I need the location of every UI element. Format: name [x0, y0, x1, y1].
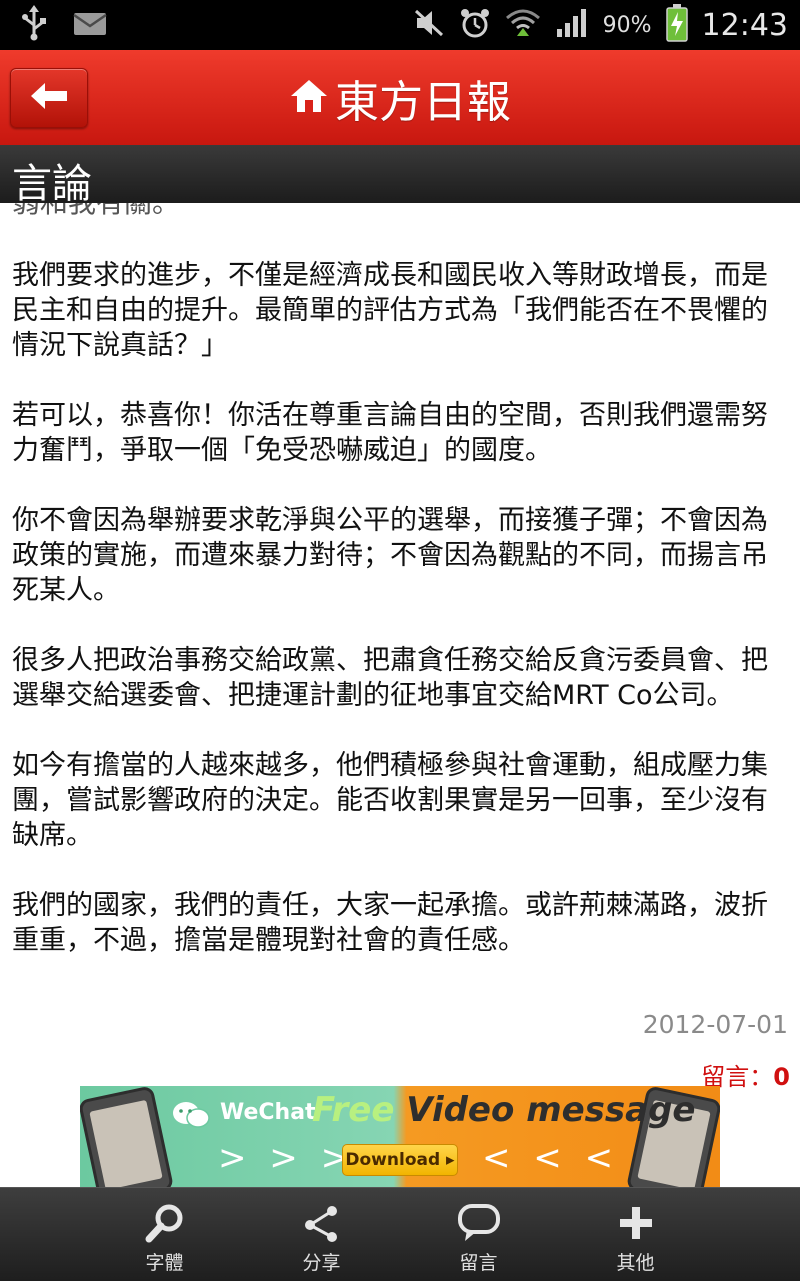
ad-headline-free: Free: [312, 1090, 395, 1130]
home-icon: [289, 76, 329, 120]
article-paragraph: 我們的國家，我們的責任，大家一起承擔。或許荊棘滿路，波折重重，不過，擔當是體現對…: [12, 890, 768, 956]
nav-label: 其他: [616, 1252, 655, 1274]
ad-headline: Free Video message: [312, 1090, 696, 1130]
battery-charging-icon: [665, 4, 688, 46]
nav-label: 分享: [302, 1252, 341, 1274]
mute-icon: [413, 8, 445, 42]
nav-comment[interactable]: 留言: [400, 1188, 557, 1281]
mail-icon: [72, 9, 108, 41]
ad-download-button[interactable]: Download ▸: [342, 1144, 458, 1176]
article-paragraph: 我們要求的進步，不僅是經濟成長和國民收入等財政增長，而是民主和自由的提升。最簡單…: [12, 260, 768, 361]
article-content[interactable]: 弱和我有關。 我們要求的進步，不僅是經濟成長和國民收入等財政增長，而是民主和自由…: [0, 203, 800, 1187]
section-title: 言論: [12, 161, 92, 207]
wifi-icon: [505, 6, 541, 44]
article-body: 我們要求的進步，不僅是經濟成長和國民收入等財政增長，而是民主和自由的提升。最簡單…: [12, 258, 794, 993]
nav-font-size[interactable]: 字體: [86, 1188, 243, 1281]
comment-icon: [457, 1202, 501, 1244]
alarm-icon: [459, 7, 491, 43]
nav-label: 留言: [459, 1252, 498, 1274]
share-icon: [302, 1202, 342, 1244]
plus-icon: [618, 1202, 654, 1244]
nav-more[interactable]: 其他: [557, 1188, 714, 1281]
nav-label: 字體: [145, 1252, 184, 1274]
wechat-logo-icon: [172, 1100, 210, 1130]
app-bar: 東方日報: [0, 50, 800, 145]
ad-brand: WeChat: [220, 1100, 316, 1125]
article-paragraph: 若可以，恭喜你！你活在尊重言論自由的空間，否則我們還需努力奮鬥，爭取一個「免受恐…: [12, 400, 768, 466]
article-cutoff-line: 弱和我有關。: [12, 203, 180, 221]
signal-icon: [555, 7, 589, 43]
back-arrow-icon: [29, 81, 69, 115]
bottom-nav: 字體 分享 留言 其他: [0, 1187, 800, 1281]
comment-count-value: 0: [773, 1063, 790, 1091]
article-date: 2012-07-01: [642, 1010, 788, 1039]
ad-banner[interactable]: WeChat Free Video message > > > Download…: [80, 1086, 720, 1187]
article-paragraph: 你不會因為舉辦要求乾淨與公平的選舉，而接獲子彈；不會因為政策的實施，而遭來暴力對…: [12, 505, 768, 606]
ad-arrows-left: > > >: [218, 1138, 356, 1178]
status-notifications: [20, 5, 108, 45]
ad-arrows-right: < < <: [482, 1138, 620, 1178]
nav-share[interactable]: 分享: [243, 1188, 400, 1281]
back-button[interactable]: [10, 68, 88, 128]
section-bar: 言論: [0, 145, 800, 207]
app-title: 東方日報: [335, 76, 511, 128]
ad-phone-left-image: [80, 1086, 175, 1187]
usb-icon: [20, 5, 48, 45]
search-icon: [145, 1202, 185, 1244]
status-bar: 90% 12:43: [0, 0, 800, 50]
battery-percent: 90%: [602, 12, 652, 38]
article-paragraph: 很多人把政治事務交給政黨、把肅貪任務交給反貪污委員會、把選舉交給選委會、把捷運計…: [12, 645, 768, 711]
clock: 12:43: [701, 7, 788, 43]
article-paragraph: 如今有擔當的人越來越多，他們積極參與社會運動，組成壓力集團，嘗試影響政府的決定。…: [12, 750, 768, 851]
status-system: 90% 12:43: [413, 4, 788, 46]
app-title-group[interactable]: 東方日報: [0, 50, 800, 145]
ad-headline-rest: Video message: [394, 1090, 696, 1130]
